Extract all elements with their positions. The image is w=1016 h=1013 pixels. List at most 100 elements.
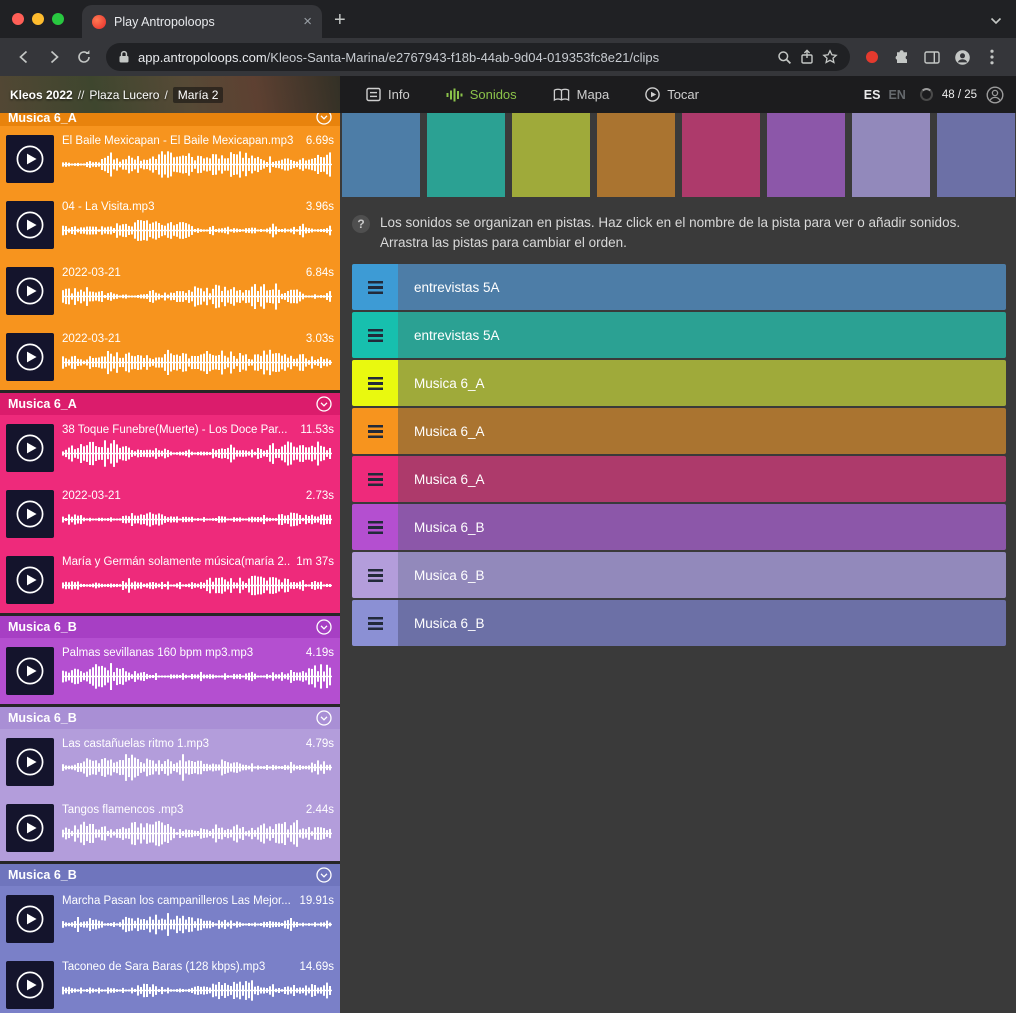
- lang-en[interactable]: EN: [888, 88, 905, 102]
- expand-section-icon[interactable]: [316, 619, 332, 635]
- recording-indicator-icon[interactable]: [866, 51, 878, 63]
- url-text[interactable]: app.antropoloops.com/Kleos-Santa-Marina/…: [138, 50, 659, 65]
- reload-button[interactable]: [70, 43, 98, 71]
- track-column-swatch[interactable]: [767, 113, 845, 197]
- clip-row[interactable]: María y Germán solamente música(maría 2.…: [0, 547, 340, 613]
- tab-close-icon[interactable]: ×: [303, 14, 312, 29]
- clip-row[interactable]: Tangos flamencos .mp32.44s: [0, 795, 340, 861]
- side-panel-icon[interactable]: [918, 43, 946, 71]
- bookmark-star-icon[interactable]: [822, 49, 838, 65]
- breadcrumb-project[interactable]: Kleos 2022: [10, 88, 73, 102]
- clip-row[interactable]: 2022-03-212.73s: [0, 481, 340, 547]
- play-clip-button[interactable]: [6, 135, 54, 183]
- nav-tocar[interactable]: Tocar: [645, 87, 699, 102]
- track-column-swatch[interactable]: [342, 113, 420, 197]
- user-account-icon[interactable]: [986, 86, 1004, 104]
- section-header[interactable]: Musica 6_B: [0, 616, 340, 638]
- nav-info[interactable]: Info: [366, 87, 410, 102]
- clip-row[interactable]: Marcha Pasan los campanilleros Las Mejor…: [0, 886, 340, 952]
- breadcrumb-group[interactable]: Plaza Lucero: [89, 88, 159, 102]
- track-row[interactable]: entrevistas 5A: [352, 264, 1006, 310]
- clip-row[interactable]: 38 Toque Funebre(Muerte) - Los Doce Par.…: [0, 415, 340, 481]
- track-drag-handle[interactable]: [352, 552, 398, 598]
- track-column-swatch[interactable]: [427, 113, 505, 197]
- track-column-swatch[interactable]: [597, 113, 675, 197]
- clip-body: 2022-03-213.03s: [62, 333, 334, 381]
- section-header[interactable]: Musica 6_B: [0, 864, 340, 886]
- browser-menu-icon[interactable]: [978, 43, 1006, 71]
- extensions-puzzle-icon[interactable]: [888, 43, 916, 71]
- play-clip-button[interactable]: [6, 895, 54, 943]
- play-clip-button[interactable]: [6, 333, 54, 381]
- section-header[interactable]: Musica 6_A: [0, 113, 340, 126]
- track-row[interactable]: Musica 6_B: [352, 600, 1006, 646]
- play-clip-button[interactable]: [6, 804, 54, 852]
- play-clip-button[interactable]: [6, 647, 54, 695]
- track-name-bar[interactable]: Musica 6_A: [398, 360, 1006, 406]
- close-window-button[interactable]: [12, 13, 24, 25]
- clip-row[interactable]: 04 - La Visita.mp33.96s: [0, 192, 340, 258]
- new-tab-button[interactable]: +: [334, 10, 346, 30]
- play-clip-button[interactable]: [6, 424, 54, 472]
- expand-section-icon[interactable]: [316, 867, 332, 883]
- track-drag-handle[interactable]: [352, 456, 398, 502]
- share-icon[interactable]: [800, 49, 814, 65]
- track-drag-handle[interactable]: [352, 312, 398, 358]
- play-clip-button[interactable]: [6, 738, 54, 786]
- track-drag-handle[interactable]: [352, 360, 398, 406]
- track-column-swatch[interactable]: [852, 113, 930, 197]
- track-drag-handle[interactable]: [352, 264, 398, 310]
- play-clip-button[interactable]: [6, 201, 54, 249]
- track-column-swatch[interactable]: [937, 113, 1015, 197]
- clip-row[interactable]: 2022-03-216.84s: [0, 258, 340, 324]
- section-header[interactable]: Musica 6_A: [0, 393, 340, 415]
- track-name-bar[interactable]: Musica 6_A: [398, 408, 1006, 454]
- track-row[interactable]: Musica 6_A: [352, 360, 1006, 406]
- clip-row[interactable]: El Baile Mexicapan - El Baile Mexicapan.…: [0, 126, 340, 192]
- nav-mapa[interactable]: Mapa: [553, 87, 610, 102]
- track-name-bar[interactable]: Musica 6_B: [398, 552, 1006, 598]
- nav-sonidos[interactable]: Sonidos: [446, 87, 517, 102]
- track-row[interactable]: entrevistas 5A: [352, 312, 1006, 358]
- track-row[interactable]: Musica 6_B: [352, 504, 1006, 550]
- track-row[interactable]: Musica 6_B: [352, 552, 1006, 598]
- track-drag-handle[interactable]: [352, 408, 398, 454]
- expand-section-icon[interactable]: [316, 396, 332, 412]
- track-drag-handle[interactable]: [352, 600, 398, 646]
- play-clip-button[interactable]: [6, 267, 54, 315]
- clip-row[interactable]: Taconeo de Sara Baras (128 kbps).mp314.6…: [0, 952, 340, 1013]
- track-drag-handle[interactable]: [352, 504, 398, 550]
- back-button[interactable]: [10, 43, 38, 71]
- forward-button[interactable]: [40, 43, 68, 71]
- play-clip-button[interactable]: [6, 490, 54, 538]
- lang-es[interactable]: ES: [864, 88, 881, 102]
- breadcrumb-session[interactable]: María 2: [173, 87, 224, 103]
- track-name-bar[interactable]: Musica 6_A: [398, 456, 1006, 502]
- profile-avatar-icon[interactable]: [948, 43, 976, 71]
- waveform: [62, 349, 332, 376]
- browser-tab[interactable]: Play Antropoloops ×: [82, 5, 322, 38]
- track-row[interactable]: Musica 6_A: [352, 456, 1006, 502]
- clip-row[interactable]: Palmas sevillanas 160 bpm mp3.mp34.19s: [0, 638, 340, 704]
- track-name-bar[interactable]: entrevistas 5A: [398, 312, 1006, 358]
- clip-meta: Taconeo de Sara Baras (128 kbps).mp314.6…: [62, 961, 334, 973]
- track-row[interactable]: Musica 6_A: [352, 408, 1006, 454]
- track-name-bar[interactable]: entrevistas 5A: [398, 264, 1006, 310]
- minimize-window-button[interactable]: [32, 13, 44, 25]
- section-header[interactable]: Musica 6_B: [0, 707, 340, 729]
- track-column-swatch[interactable]: [512, 113, 590, 197]
- tab-search-chevron-icon[interactable]: [990, 12, 1002, 30]
- fullscreen-window-button[interactable]: [52, 13, 64, 25]
- track-name-bar[interactable]: Musica 6_B: [398, 600, 1006, 646]
- expand-section-icon[interactable]: [316, 710, 332, 726]
- waveform: [62, 440, 332, 467]
- play-clip-button[interactable]: [6, 556, 54, 604]
- expand-section-icon[interactable]: [316, 113, 332, 125]
- clip-row[interactable]: 2022-03-213.03s: [0, 324, 340, 390]
- play-clip-button[interactable]: [6, 961, 54, 1009]
- address-bar[interactable]: app.antropoloops.com/Kleos-Santa-Marina/…: [106, 43, 850, 71]
- clip-row[interactable]: Las castañuelas ritmo 1.mp34.79s: [0, 729, 340, 795]
- track-name-bar[interactable]: Musica 6_B: [398, 504, 1006, 550]
- zoom-icon[interactable]: [777, 50, 792, 65]
- track-column-swatch[interactable]: [682, 113, 760, 197]
